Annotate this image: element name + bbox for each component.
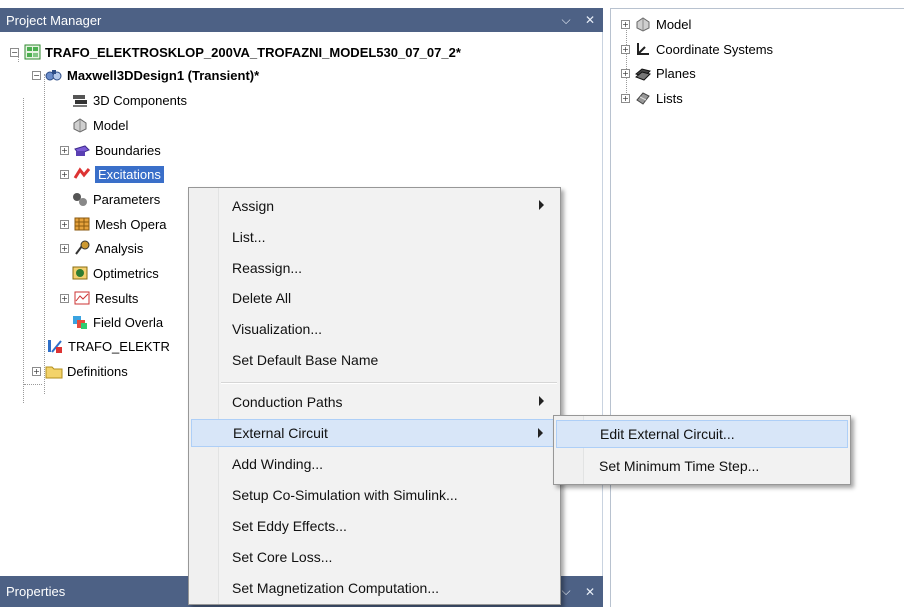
menu-item-edit-external-circuit[interactable]: Edit External Circuit... [556, 420, 848, 448]
tree-item-label: Optimetrics [93, 265, 159, 281]
boundaries-icon [73, 142, 91, 158]
model-icon [71, 117, 89, 133]
model-tree-item-model[interactable]: + Model [621, 13, 691, 35]
tree-item-excitations[interactable]: + Excitations [60, 163, 164, 185]
tree-item-optimetrics[interactable]: Optimetrics [71, 262, 159, 284]
tree-item-label: TRAFO_ELEKTR [68, 338, 170, 354]
tree-row-project[interactable]: − TRAFO_ELEKTROSKLOP_200VA_TROFAZNI_MODE… [10, 41, 461, 63]
tree-row-definitions[interactable]: + Definitions [32, 360, 128, 382]
close-icon[interactable]: ✕ [585, 13, 595, 27]
menu-item-delete-all[interactable]: Delete All [191, 284, 558, 312]
properties-title: Properties [6, 584, 66, 599]
project-label: TRAFO_ELEKTROSKLOP_200VA_TROFAZNI_MODEL5… [45, 44, 461, 60]
model-tree-item-lists[interactable]: + Lists [621, 87, 683, 109]
expand-icon[interactable]: + [621, 68, 630, 78]
planes-icon [634, 65, 652, 81]
mesh-icon [73, 216, 91, 232]
tree-row-design[interactable]: − Maxwell3DDesign1 (Transient)* [32, 64, 259, 86]
model-tree-label: Lists [656, 90, 683, 106]
tree-item-label: Results [95, 290, 139, 306]
menu-item-set-core-loss[interactable]: Set Core Loss... [191, 543, 558, 571]
tree-item-analysis[interactable]: + Analysis [60, 237, 143, 259]
tree-item-label: Model [93, 117, 129, 133]
folder-icon [45, 363, 63, 379]
model-tree-label: Coordinate Systems [656, 41, 774, 57]
menu-separator [221, 382, 557, 384]
model-tree-label: Planes [656, 65, 696, 81]
tree-item-label: Definitions [67, 363, 128, 379]
model-tree-item-coordinate-systems[interactable]: + Coordinate Systems [621, 38, 773, 60]
tree-item-parameters[interactable]: Parameters [71, 188, 160, 210]
menu-item-setup-co-simulation[interactable]: Setup Co-Simulation with Simulink... [191, 481, 558, 509]
tree-item-boundaries[interactable]: + Boundaries [60, 139, 161, 161]
tree-item-results[interactable]: + Results [60, 287, 138, 309]
expand-icon[interactable]: + [60, 219, 69, 229]
menu-item-external-circuit[interactable]: External Circuit [191, 419, 558, 447]
tree-item-label: 3D Components [93, 92, 187, 108]
menu-item-set-default-base-name[interactable]: Set Default Base Name [191, 346, 558, 374]
menu-item-set-eddy-effects[interactable]: Set Eddy Effects... [191, 512, 558, 540]
expand-icon[interactable]: + [60, 169, 69, 179]
tree-item-label: Field Overla [93, 314, 164, 330]
submenu-arrow-icon [539, 396, 544, 406]
menu-item-add-winding[interactable]: Add Winding... [191, 450, 558, 478]
excitations-icon [73, 166, 91, 182]
external-circuit-submenu: Edit External Circuit... Set Minimum Tim… [553, 415, 851, 485]
menu-item-assign[interactable]: Assign [191, 192, 558, 220]
tree-item-field-overlays[interactable]: Field Overla [71, 311, 163, 333]
pin-icon[interactable]: ⌵ [561, 584, 571, 599]
menu-item-visualization[interactable]: Visualization... [191, 315, 558, 343]
tree-item-label: Mesh Opera [95, 216, 167, 232]
collapse-icon[interactable]: − [32, 70, 41, 80]
tree-item-label: Boundaries [95, 142, 161, 158]
submenu-arrow-icon [539, 200, 544, 210]
expand-icon[interactable]: + [621, 93, 630, 103]
design-label: Maxwell3DDesign1 (Transient)* [67, 67, 260, 83]
project-manager-title: Project Manager [6, 12, 102, 28]
submenu-arrow-icon [538, 428, 543, 438]
expand-icon[interactable]: + [60, 145, 69, 155]
analysis-icon [73, 240, 91, 256]
project-manager-titlebar: Project Manager ⌵ ✕ [0, 8, 603, 32]
results-icon [73, 290, 91, 306]
optimetrics-icon [71, 265, 89, 281]
tree-item-mesh-operations[interactable]: + Mesh Opera [60, 213, 167, 235]
project-icon [23, 44, 41, 60]
menu-item-set-magnetization-computation[interactable]: Set Magnetization Computation... [191, 574, 558, 602]
close-icon[interactable]: ✕ [585, 585, 595, 599]
tree-row-schematic[interactable]: TRAFO_ELEKTR [46, 335, 170, 357]
model-tree-panel: + Model + Coordinate Systems + Planes + … [610, 8, 904, 607]
model-tree-label: Model [656, 16, 692, 32]
field-overlays-icon [71, 314, 89, 330]
pin-icon[interactable]: ⌵ [561, 13, 571, 28]
model-tree-item-planes[interactable]: + Planes [621, 62, 696, 84]
model-icon [634, 16, 652, 32]
expand-icon[interactable]: + [60, 243, 69, 253]
expand-icon[interactable]: + [32, 366, 41, 376]
schematic-icon [46, 338, 64, 354]
menu-item-list[interactable]: List... [191, 223, 558, 251]
lists-icon [634, 90, 652, 106]
menu-item-set-minimum-time-step[interactable]: Set Minimum Time Step... [556, 452, 848, 480]
menu-item-reassign[interactable]: Reassign... [191, 254, 558, 282]
menu-item-conduction-paths[interactable]: Conduction Paths [191, 388, 558, 416]
tree-item-model[interactable]: Model [71, 114, 128, 136]
expand-icon[interactable]: + [621, 44, 630, 54]
expand-icon[interactable]: + [60, 293, 69, 303]
design-icon [45, 67, 63, 83]
3d-components-icon [71, 92, 89, 108]
expand-icon[interactable]: + [621, 19, 630, 29]
tree-item-3d-components[interactable]: 3D Components [71, 89, 187, 111]
tree-item-label: Analysis [95, 240, 144, 256]
collapse-icon[interactable]: − [10, 47, 19, 57]
excitations-context-menu: Assign List... Reassign... Delete All Vi… [188, 187, 561, 605]
coordinate-systems-icon [634, 41, 652, 57]
tree-item-label: Excitations [95, 165, 164, 183]
parameters-icon [71, 191, 89, 207]
tree-item-label: Parameters [93, 191, 161, 207]
